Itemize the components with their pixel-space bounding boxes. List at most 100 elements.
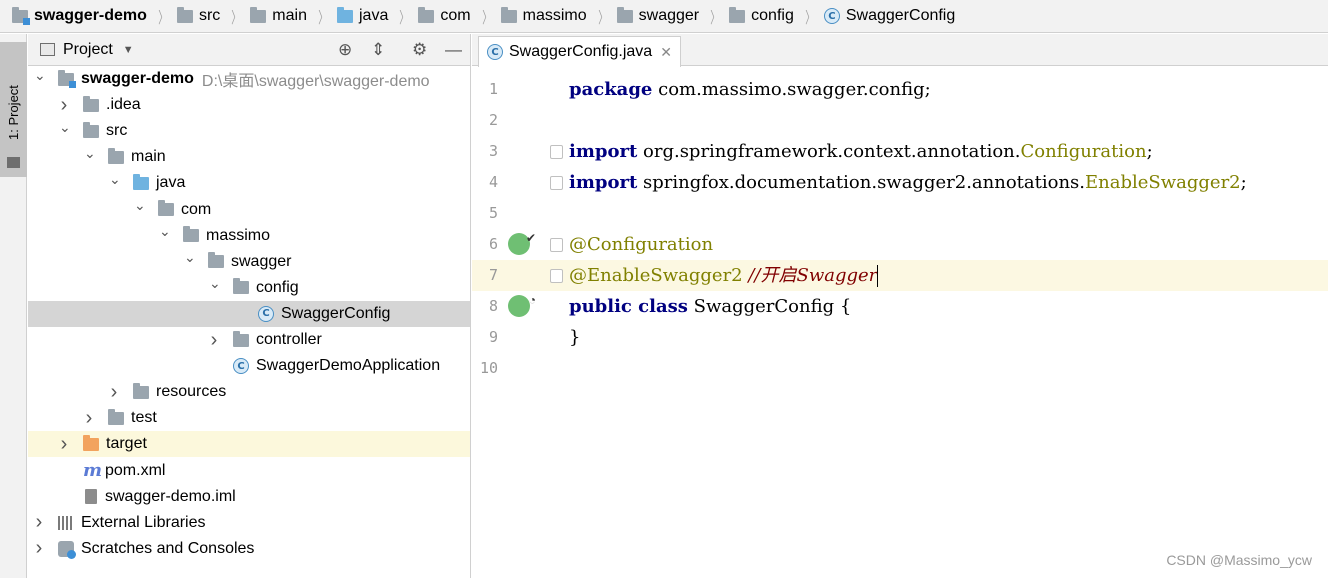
code-token: package <box>569 79 653 100</box>
breadcrumb-item[interactable]: config <box>729 6 794 25</box>
chevron-down-icon[interactable]: ⌄ <box>184 249 196 266</box>
code-line[interactable]: 4 import springfox.documentation.swagger2… <box>472 167 1328 198</box>
code-line[interactable]: 1 package com.massimo.swagger.config; <box>472 74 1328 105</box>
breadcrumb-item[interactable]: C SwaggerConfig <box>823 7 955 25</box>
code-token: EnableSwagger2 <box>1085 172 1241 193</box>
breadcrumb-item[interactable]: com <box>418 6 471 25</box>
breadcrumb-label: swagger <box>638 7 700 24</box>
breadcrumb-item[interactable]: main <box>250 6 307 25</box>
locate-icon[interactable]: ⊕ <box>338 41 352 59</box>
tree-item[interactable]: ⌄ massimo <box>28 223 470 249</box>
folder-icon <box>83 121 99 138</box>
code-token: springfox.documentation.swagger2.annotat… <box>637 172 1086 193</box>
code-token: Configuration <box>1020 141 1147 162</box>
folder-icon <box>233 330 249 347</box>
code-line[interactable]: 6 ✔ @Configuration <box>472 229 1328 260</box>
project-tool-tab[interactable]: 1: Project <box>0 42 27 177</box>
spring-config-icon[interactable]: ◔ <box>508 293 536 317</box>
fold-marker-icon[interactable] <box>550 176 563 190</box>
line-number: 10 <box>479 359 498 377</box>
tree-item[interactable]: ⌄ com <box>28 197 470 223</box>
chevron-right-icon[interactable]: › <box>84 407 94 430</box>
tree-item[interactable]: › target <box>28 431 470 458</box>
tree-item[interactable]: › External Libraries <box>28 510 470 536</box>
code-line[interactable]: 10 <box>472 353 1328 384</box>
tree-item-label: Scratches and Consoles <box>81 539 255 557</box>
tree-item[interactable]: › Scratches and Consoles <box>28 536 470 562</box>
chevron-right-icon[interactable]: › <box>34 537 44 560</box>
module-folder-icon <box>58 69 76 88</box>
code-line[interactable]: 2 <box>472 105 1328 136</box>
folder-icon <box>158 200 174 216</box>
chevron-right-icon[interactable]: › <box>209 329 219 352</box>
excluded-folder-icon <box>83 434 99 451</box>
folder-icon <box>176 6 193 23</box>
chevron-down-icon[interactable]: ⌄ <box>59 119 71 136</box>
spring-bean-icon[interactable]: ✔ <box>508 231 536 255</box>
fold-marker-icon[interactable] <box>550 145 563 159</box>
tree-item[interactable]: › test <box>28 405 470 431</box>
tree-item[interactable]: ›CSwaggerConfig <box>28 300 470 327</box>
tree-item[interactable]: ⌄ config <box>28 275 470 301</box>
fold-marker-icon[interactable] <box>550 238 563 252</box>
gear-icon[interactable]: ⚙ <box>412 41 427 59</box>
chevron-right-icon[interactable]: › <box>109 381 119 404</box>
line-number: 6 <box>488 235 498 253</box>
fold-marker-icon[interactable] <box>550 269 563 283</box>
tree-item[interactable]: ⌄ main <box>28 144 470 170</box>
breadcrumb-item[interactable]: massimo <box>500 6 587 25</box>
code-text: import org.springframework.context.annot… <box>569 136 1153 167</box>
tree-item[interactable]: › resources <box>28 379 470 405</box>
code-text: package com.massimo.swagger.config; <box>569 74 931 105</box>
tree-item-label: target <box>106 435 147 453</box>
tree-item[interactable]: ⌄ src <box>28 118 470 144</box>
breadcrumb-item[interactable]: java <box>336 6 388 25</box>
tree-item[interactable]: ›mpom.xml <box>28 458 470 484</box>
line-number: 7 <box>488 266 498 284</box>
tree-item-label: External Libraries <box>81 513 206 531</box>
tree-item-path: D:\桌面\swagger\swagger-demo <box>201 73 430 90</box>
chevron-down-icon[interactable]: ⌄ <box>109 171 121 188</box>
tree-item-label: swagger-demo <box>81 70 194 87</box>
collapse-all-icon[interactable]: ⇕ <box>371 41 385 59</box>
tree-item[interactable]: ⌄ java <box>28 170 470 196</box>
editor-tab-swaggerconfig[interactable]: C SwaggerConfig.java ✕ <box>478 36 681 67</box>
chevron-down-icon[interactable]: ⌄ <box>34 67 46 84</box>
chevron-down-icon[interactable]: ⌄ <box>84 145 96 162</box>
breadcrumb-item[interactable]: swagger <box>616 6 700 25</box>
tree-item[interactable]: › .idea <box>28 92 470 118</box>
chevron-down-icon[interactable]: ⌄ <box>209 275 221 292</box>
chevron-right-icon[interactable]: › <box>59 433 69 456</box>
line-number: 4 <box>488 173 498 191</box>
code-token: SwaggerConfig { <box>687 296 852 317</box>
code-line[interactable]: 5 <box>472 198 1328 229</box>
project-view-selector[interactable]: Project <box>63 41 113 59</box>
breadcrumb-label: main <box>272 7 307 24</box>
tree-item[interactable]: ⌄ swagger-demo D:\桌面\swagger\swagger-demo <box>28 66 470 92</box>
tree-item-label: .idea <box>106 96 141 114</box>
tree-item-label: SwaggerConfig <box>281 304 391 322</box>
breadcrumb-item[interactable]: swagger-demo <box>12 6 147 25</box>
code-line[interactable]: 8 ◔ public class SwaggerConfig { <box>472 291 1328 322</box>
line-number: 8 <box>488 297 498 315</box>
package-icon <box>418 6 435 23</box>
chevron-right-icon[interactable]: › <box>59 94 69 117</box>
chevron-down-icon[interactable]: ⌄ <box>159 223 171 240</box>
chevron-right-icon[interactable]: › <box>34 511 44 534</box>
chevron-down-icon[interactable]: ▼ <box>123 44 134 56</box>
code-line[interactable]: 3 import org.springframework.context.anno… <box>472 136 1328 167</box>
chevron-down-icon[interactable]: ⌄ <box>134 197 146 214</box>
breadcrumb-separator-icon: 〉 <box>481 10 492 27</box>
code-line[interactable]: 7 @EnableSwagger2 //开启Swagger <box>472 260 1328 291</box>
code-token: import <box>569 172 638 193</box>
class-icon: C <box>823 8 840 24</box>
breadcrumb-item[interactable]: src <box>176 6 220 25</box>
tree-item[interactable]: › controller <box>28 327 470 353</box>
tree-item[interactable]: ›CSwaggerDemoApplication <box>28 353 470 379</box>
tree-item[interactable]: ›swagger-demo.iml <box>28 484 470 510</box>
close-icon[interactable]: ✕ <box>660 44 672 61</box>
code-line[interactable]: 9} <box>472 322 1328 353</box>
tree-item[interactable]: ⌄ swagger <box>28 249 470 275</box>
tree-item-label: src <box>106 122 128 140</box>
hide-panel-icon[interactable]: — <box>445 41 462 59</box>
